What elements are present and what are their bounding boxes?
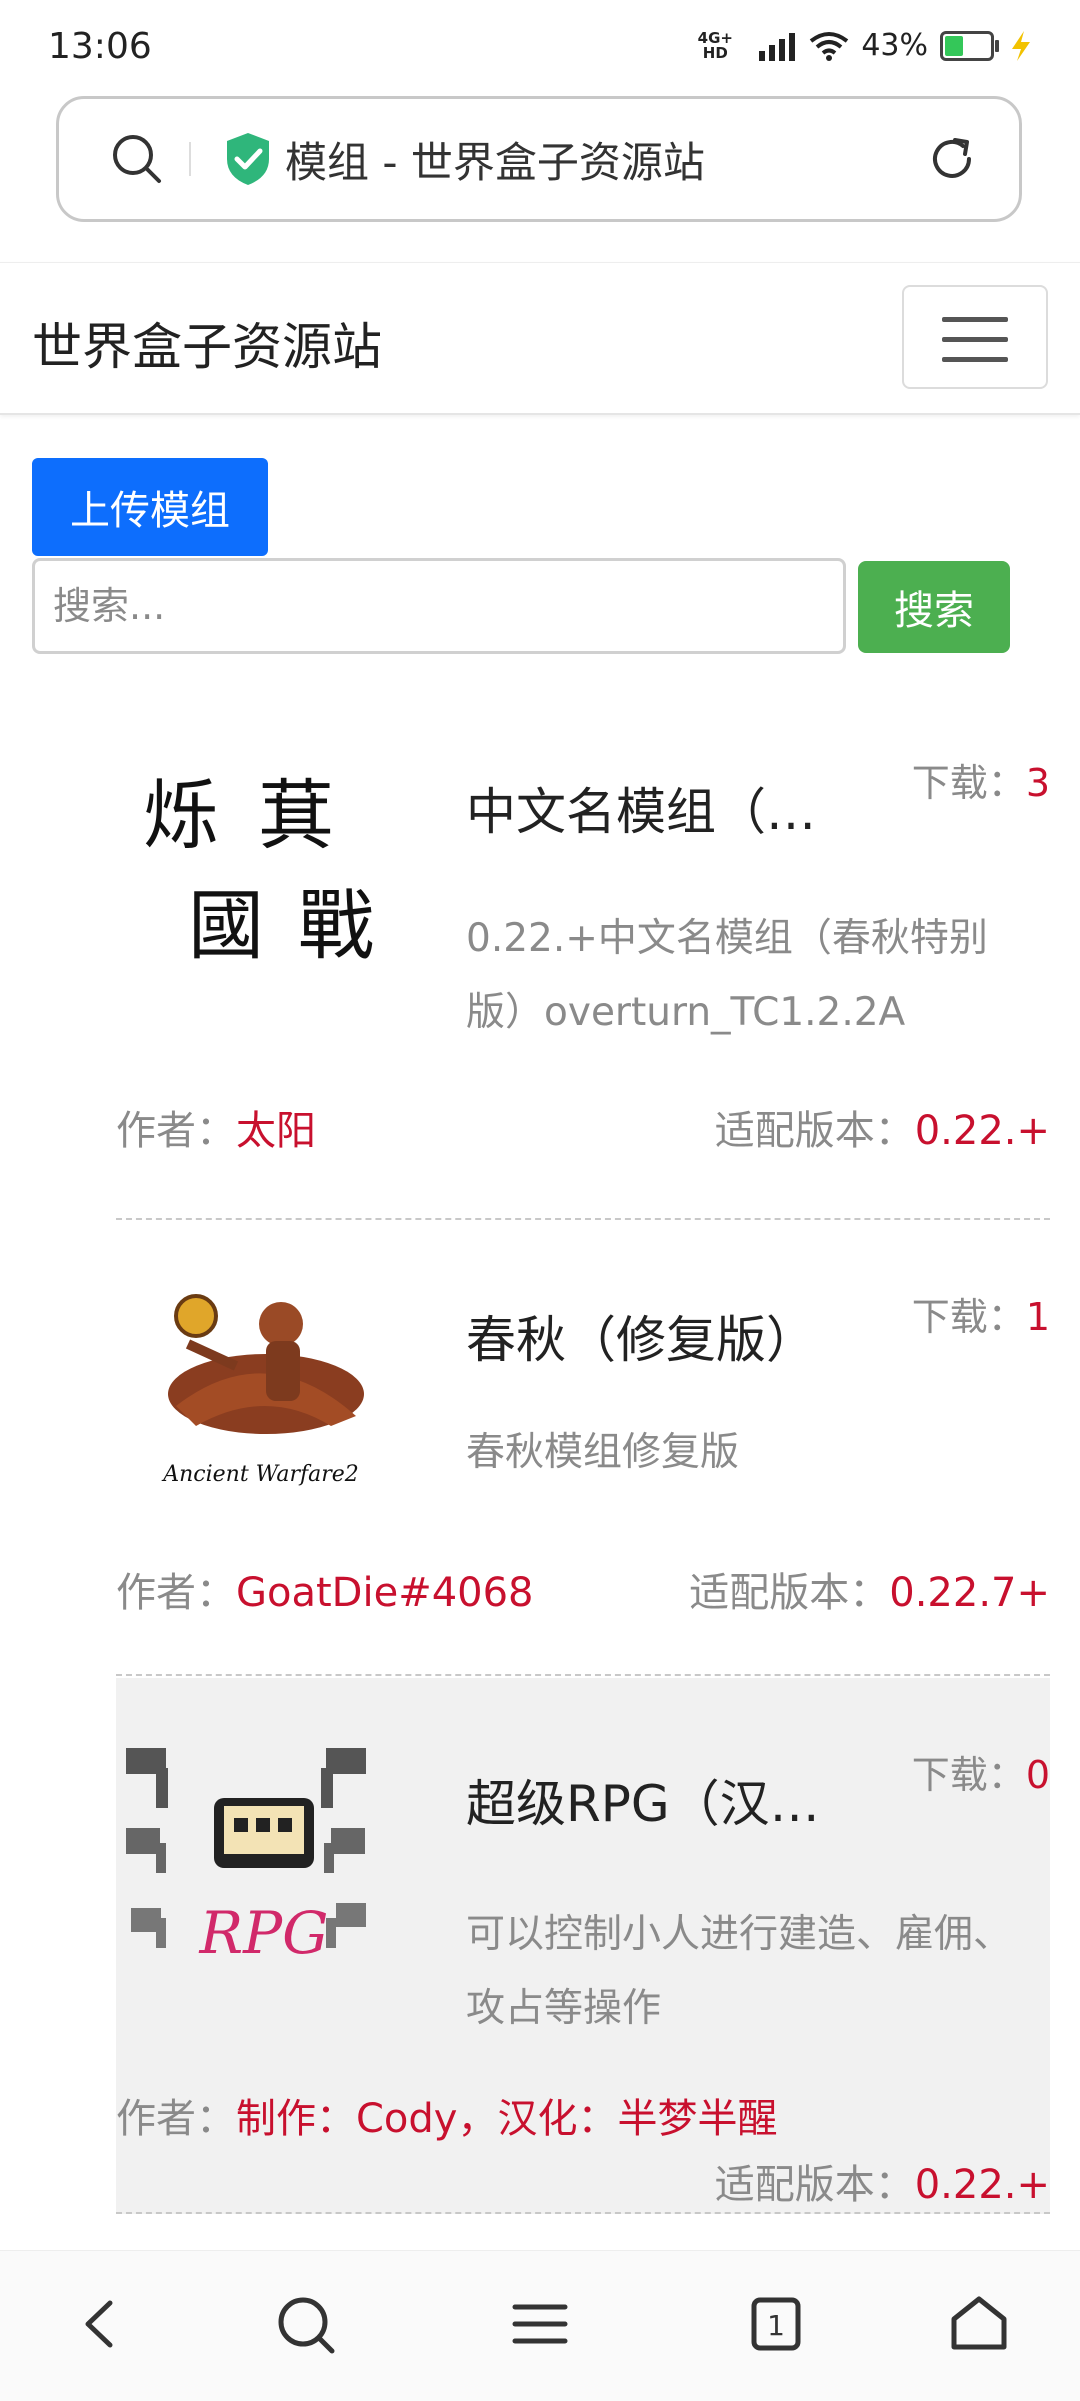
battery-icon: [940, 30, 999, 61]
mod-version: 适配版本：0.22.7+: [689, 1570, 1050, 1616]
mod-author: 作者：太阳: [116, 1108, 316, 1154]
charging-icon: [1012, 30, 1030, 61]
mod-downloads: 下载：3: [911, 761, 1050, 805]
shield-check-icon: [227, 133, 269, 185]
menu-icon[interactable]: [505, 2289, 575, 2359]
back-icon[interactable]: [66, 2289, 136, 2359]
mod-version: 适配版本：0.22.+: [714, 2162, 1050, 2208]
search-icon[interactable]: [270, 2289, 340, 2359]
reload-icon[interactable]: [925, 132, 979, 186]
mod-downloads: 下载：1: [911, 1295, 1050, 1339]
thumb-char: 國: [188, 881, 264, 970]
menu-icon: [942, 317, 1008, 322]
mod-card[interactable]: Ancient Warfare2 春秋（修复版） 下载：1 春秋模组修复版 作者…: [116, 1220, 1050, 1676]
mod-author: 作者：GoatDie#4068: [116, 1570, 534, 1616]
upload-mod-button[interactable]: 上传模组: [32, 458, 268, 556]
search-icon[interactable]: [109, 131, 165, 187]
search-button[interactable]: 搜索: [858, 561, 1010, 653]
status-time: 13:06: [48, 26, 152, 67]
home-icon[interactable]: [944, 2289, 1014, 2359]
mod-description: 可以控制小人进行建造、雇佣、攻占等操作: [466, 1912, 1013, 2031]
search-input[interactable]: [32, 558, 846, 654]
thumb-caption: Ancient Warfare2: [161, 1462, 359, 1487]
mod-description: 0.22.+中文名模组（春秋特别版）overturn_TC1.2.2A: [466, 916, 988, 1035]
status-bar: 13:06 4G+ HD 43%: [0, 0, 1080, 96]
thumb-char: 戰: [298, 881, 374, 970]
mod-thumbnail[interactable]: Ancient Warfare2: [116, 1276, 406, 1516]
site-navbar: 世界盒子资源站: [0, 262, 1080, 415]
tabs-icon[interactable]: 1: [741, 2289, 811, 2359]
mod-version: 适配版本：0.22.+: [714, 1108, 1050, 1154]
mod-card[interactable]: 烁 萁 國 戰 中文名模组（… 下载：3 0.22.+中文名模组（春秋特别版）o…: [116, 712, 1050, 1220]
thumb-char: 烁: [143, 771, 219, 860]
mod-thumbnail[interactable]: RPG: [116, 1738, 406, 1978]
mod-thumbnail[interactable]: 烁 萁 國 戰: [116, 742, 406, 982]
mod-downloads: 下载：0: [911, 1753, 1050, 1797]
battery-percent: 43%: [861, 28, 928, 63]
mod-card[interactable]: RPG 超级RPG（汉… 下载：0 可以控制小人进行建造、雇佣、攻占等操作 作者…: [116, 1678, 1050, 2214]
svg-text:1: 1: [767, 2309, 785, 2342]
divider: [189, 142, 191, 176]
browser-bottom-nav: 1: [0, 2250, 1080, 2401]
site-brand[interactable]: 世界盒子资源站: [32, 307, 382, 379]
mod-description: 春秋模组修复版: [466, 1430, 740, 1475]
address-bar[interactable]: 模组 - 世界盒子资源站: [56, 96, 1022, 222]
menu-toggle-button[interactable]: [902, 285, 1048, 389]
signal-icon: [759, 32, 796, 61]
network-indicator: 4G+ HD: [697, 28, 733, 62]
mod-title[interactable]: 春秋（修复版）: [466, 1300, 816, 1372]
wifi-icon: [810, 31, 849, 61]
mod-author: 作者：制作：Cody，汉化：半梦半醒: [116, 2096, 778, 2142]
thumb-caption: RPG: [198, 1899, 328, 1967]
status-icons: 4G+ HD 43%: [685, 28, 1036, 63]
mod-title[interactable]: 超级RPG（汉…: [466, 1764, 820, 1836]
thumb-char: 萁: [258, 771, 334, 860]
page-title[interactable]: 模组 - 世界盒子资源站: [285, 129, 705, 190]
mod-title[interactable]: 中文名模组（…: [466, 772, 816, 844]
